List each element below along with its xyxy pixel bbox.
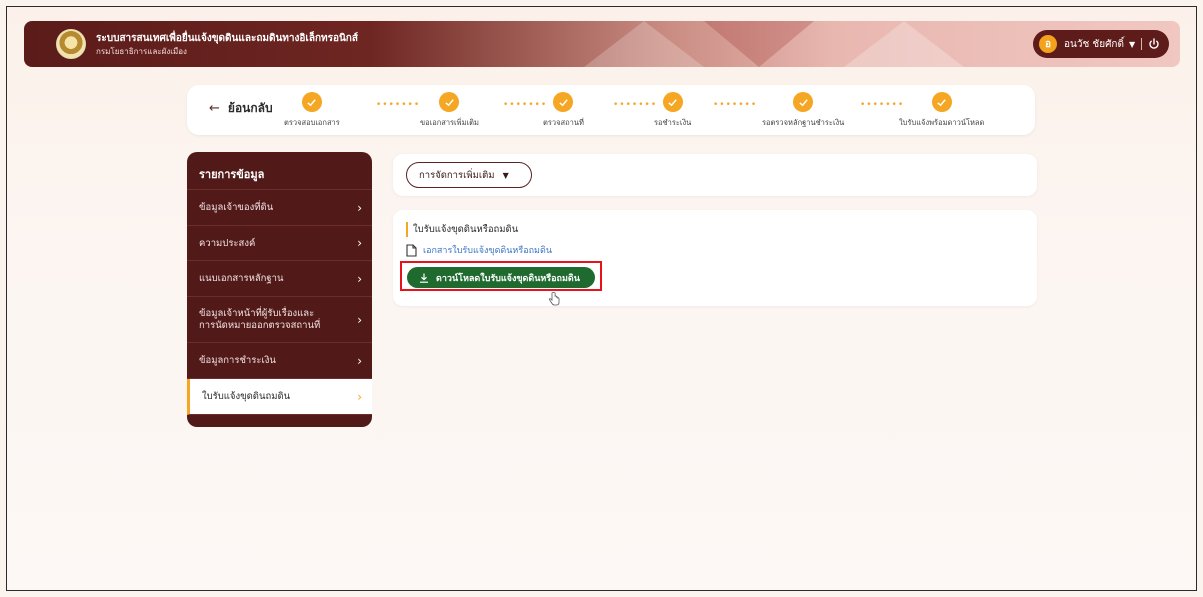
sidebar-item-payment[interactable]: ข้อมูลการชำระเงิน ›	[187, 343, 372, 379]
download-receipt-button[interactable]: ดาวน์โหลดใบรับแจ้งขุดดินหรือถมดิน	[407, 267, 595, 288]
actions-card: การจัดการเพิ่มเติม ▼	[393, 154, 1037, 196]
receipt-card: ใบรับแจ้งขุดดินหรือถมดิน เอกสารใบรับแจ้ง…	[393, 210, 1037, 306]
document-link-label: เอกสารใบรับแจ้งขุดดินหรือถมดิน	[423, 246, 552, 256]
hand-cursor-icon	[548, 292, 560, 306]
section-title: ใบรับแจ้งขุดดินหรือถมดิน	[406, 222, 518, 237]
chevron-right-icon: ›	[357, 271, 362, 286]
step-label: รอตรวจหลักฐานชำระเงิน	[762, 118, 845, 127]
step-2: ขอเอกสารเพิ่มเติม	[420, 92, 479, 129]
sidebar: รายการข้อมูล ข้อมูลเจ้าของที่ดิน › ความป…	[187, 152, 372, 427]
step-connector: •••••••	[503, 100, 548, 110]
check-icon	[662, 92, 683, 112]
download-button-label: ดาวน์โหลดใบรับแจ้งขุดดินหรือถมดิน	[436, 273, 580, 284]
ministry-logo	[56, 29, 86, 59]
chevron-right-icon: ›	[357, 389, 362, 404]
user-menu[interactable]: อ อนวัช ชัยศักดิ์ ▼	[1033, 30, 1169, 58]
sidebar-item-label: ข้อมูลเจ้าของที่ดิน	[199, 202, 274, 213]
chevron-right-icon: ›	[357, 312, 362, 327]
sidebar-item-purpose[interactable]: ความประสงค์ ›	[187, 226, 372, 261]
sidebar-item-officer-appointment[interactable]: ข้อมูลเจ้าหน้าที่ผู้รับเรื่องและ การนัดห…	[187, 297, 372, 343]
step-3: ตรวจสถานที่	[543, 92, 584, 129]
sidebar-item-label: ข้อมูลการชำระเงิน	[199, 355, 276, 366]
check-icon	[553, 92, 574, 112]
more-actions-dropdown[interactable]: การจัดการเพิ่มเติม ▼	[406, 162, 532, 188]
chevron-right-icon: ›	[357, 200, 362, 215]
check-icon	[793, 92, 814, 112]
check-icon	[439, 92, 460, 112]
step-connector: •••••••	[376, 100, 421, 110]
chevron-down-icon: ▼	[502, 170, 509, 180]
browser-viewport: ระบบสารสนเทศเพื่อยื่นแจ้งขุดดินและถมดินท…	[6, 6, 1197, 591]
progress-stepper: ← ย้อนกลับ ตรวจสอบเอกสาร ••••••• ขอเอกสา…	[187, 85, 1035, 135]
arrow-left-icon: ←	[209, 101, 220, 116]
divider	[1141, 38, 1143, 50]
step-label: ขอเอกสารเพิ่มเติม	[420, 118, 479, 127]
chevron-right-icon: ›	[357, 236, 362, 250]
step-6: ใบรับแจ้งพร้อมดาวน์โหลด	[899, 92, 984, 129]
step-1: ตรวจสอบเอกสาร	[284, 92, 340, 129]
dropdown-label: การจัดการเพิ่มเติม	[419, 169, 495, 181]
app-title: ระบบสารสนเทศเพื่อยื่นแจ้งขุดดินและถมดินท…	[96, 33, 358, 44]
document-icon	[406, 243, 417, 257]
sidebar-item-receipt[interactable]: ใบรับแจ้งขุดดินถมดิน ›	[187, 379, 372, 415]
download-icon	[420, 273, 428, 283]
sidebar-title: รายการข้อมูล	[187, 152, 372, 190]
check-icon	[931, 92, 952, 112]
chevron-right-icon: ›	[357, 353, 362, 368]
step-label: ใบรับแจ้งพร้อมดาวน์โหลด	[899, 118, 985, 127]
check-icon	[301, 92, 322, 112]
sidebar-item-label: แนบเอกสารหลักฐาน	[199, 273, 284, 284]
step-connector: •••••••	[860, 100, 905, 110]
step-connector: •••••••	[613, 100, 658, 110]
step-4: รอชำระเงิน	[654, 92, 691, 129]
app-subtitle: กรมโยธาธิการและผังเมือง	[96, 47, 187, 56]
step-label: ตรวจสอบเอกสาร	[284, 118, 340, 127]
avatar: อ	[1039, 35, 1057, 53]
sidebar-item-label: การนัดหมายออกตรวจสถานที่	[199, 319, 321, 331]
chevron-down-icon[interactable]: ▼	[1129, 40, 1135, 49]
step-label: รอชำระเงิน	[654, 118, 692, 127]
step-label: ตรวจสถานที่	[543, 118, 584, 127]
back-button[interactable]: ← ย้อนกลับ	[209, 99, 273, 118]
sidebar-item-label: ความประสงค์	[199, 237, 256, 249]
sidebar-item-attachments[interactable]: แนบเอกสารหลักฐาน ›	[187, 261, 372, 297]
sidebar-item-label: ข้อมูลเจ้าหน้าที่ผู้รับเรื่องและ	[199, 307, 315, 319]
sidebar-item-land-owner[interactable]: ข้อมูลเจ้าของที่ดิน ›	[187, 190, 372, 226]
user-name: อนวัช ชัยศักดิ์	[1064, 38, 1124, 50]
step-5: รอตรวจหลักฐานชำระเงิน	[762, 92, 844, 129]
document-link[interactable]: เอกสารใบรับแจ้งขุดดินหรือถมดิน	[406, 243, 552, 257]
step-connector: •••••••	[713, 100, 758, 110]
back-label: ย้อนกลับ	[227, 101, 273, 115]
app-header: ระบบสารสนเทศเพื่อยื่นแจ้งขุดดินและถมดินท…	[24, 21, 1180, 67]
power-icon[interactable]	[1148, 38, 1160, 50]
sidebar-item-label: ใบรับแจ้งขุดดินถมดิน	[202, 391, 291, 402]
